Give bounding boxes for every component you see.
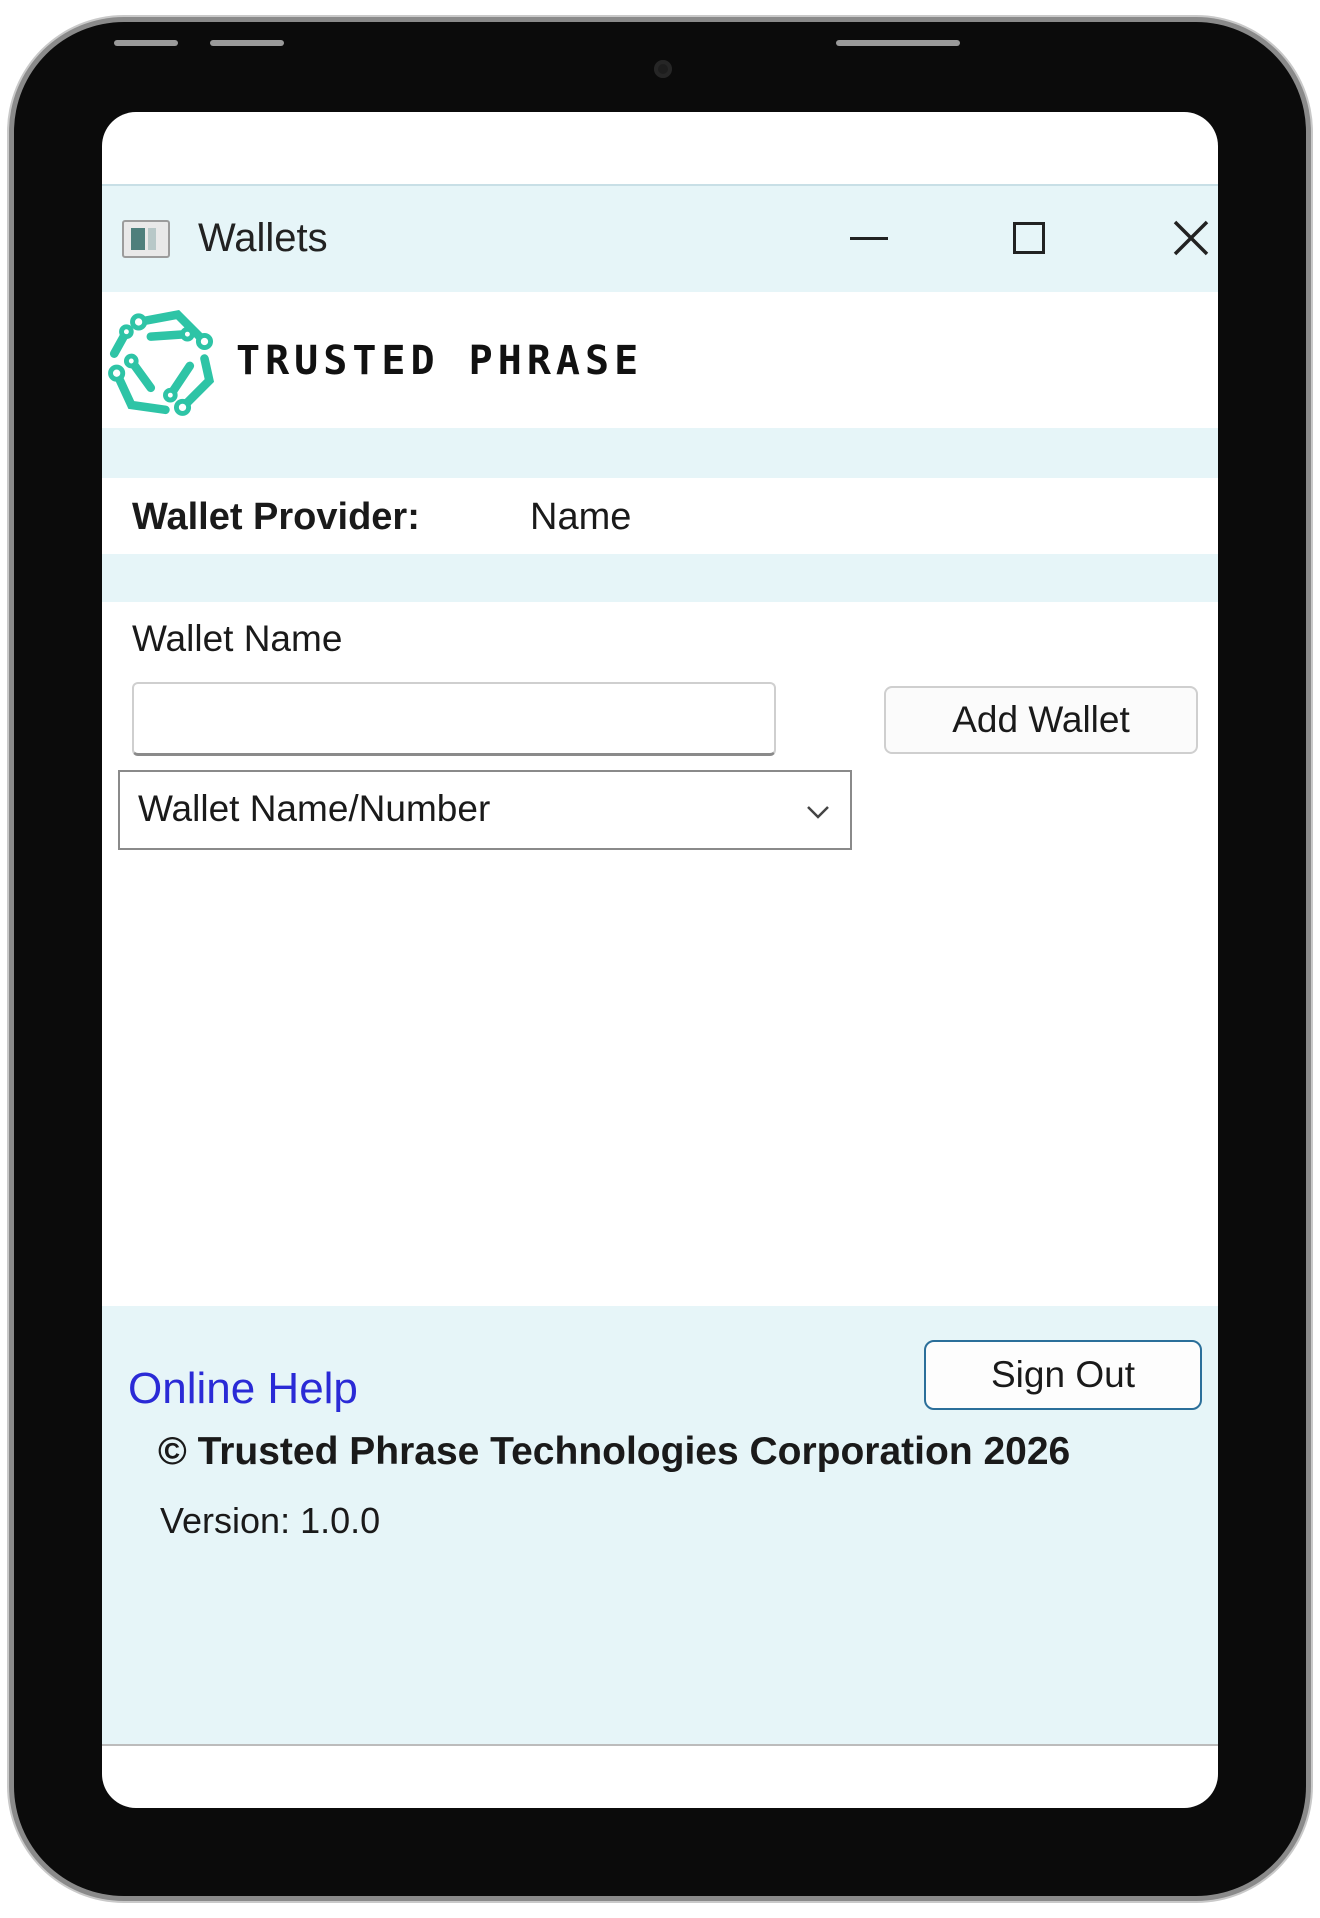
close-icon bbox=[1173, 220, 1209, 256]
device-screen: Wallets TRUSTED PHRASE Wallet Provider: … bbox=[102, 112, 1218, 1808]
device-button bbox=[210, 40, 284, 46]
footer: Online Help Sign Out © Trusted Phrase Te… bbox=[102, 1306, 1218, 1744]
provider-value: Name bbox=[530, 496, 632, 538]
minimize-icon bbox=[850, 236, 888, 240]
chevron-down-icon bbox=[807, 806, 829, 819]
camera-icon bbox=[654, 60, 672, 78]
device-button bbox=[836, 40, 960, 46]
wallet-select-value: Wallet Name/Number bbox=[138, 788, 491, 829]
wallet-name-input[interactable] bbox=[132, 682, 776, 756]
brand-header: TRUSTED PHRASE bbox=[102, 292, 1218, 428]
provider-row: Wallet Provider: Name bbox=[102, 478, 1218, 554]
wallet-name-label: Wallet Name bbox=[132, 618, 343, 659]
version-text: Version: 1.0.0 bbox=[160, 1500, 381, 1541]
brand-logo-icon bbox=[108, 310, 215, 416]
section-divider bbox=[102, 554, 1218, 602]
app-window: Wallets TRUSTED PHRASE Wallet Provider: … bbox=[102, 184, 1218, 1746]
wallet-select[interactable]: Wallet Name/Number bbox=[118, 770, 852, 850]
close-button[interactable] bbox=[1146, 206, 1218, 270]
title-bar[interactable]: Wallets bbox=[102, 186, 1218, 292]
online-help-link[interactable]: Online Help bbox=[128, 1364, 358, 1414]
sign-out-button[interactable]: Sign Out bbox=[924, 1340, 1202, 1410]
maximize-button[interactable] bbox=[984, 206, 1074, 270]
maximize-icon bbox=[1013, 222, 1045, 254]
tablet-device: Wallets TRUSTED PHRASE Wallet Provider: … bbox=[14, 22, 1306, 1896]
app-icon bbox=[122, 220, 170, 258]
section-divider bbox=[102, 428, 1218, 478]
copyright-text: © Trusted Phrase Technologies Corporatio… bbox=[158, 1430, 1071, 1473]
device-button bbox=[114, 40, 178, 46]
add-wallet-button[interactable]: Add Wallet bbox=[884, 686, 1198, 754]
brand-name: TRUSTED PHRASE bbox=[236, 338, 644, 384]
minimize-button[interactable] bbox=[824, 206, 914, 270]
provider-label: Wallet Provider: bbox=[132, 496, 420, 538]
window-title: Wallets bbox=[198, 216, 328, 260]
